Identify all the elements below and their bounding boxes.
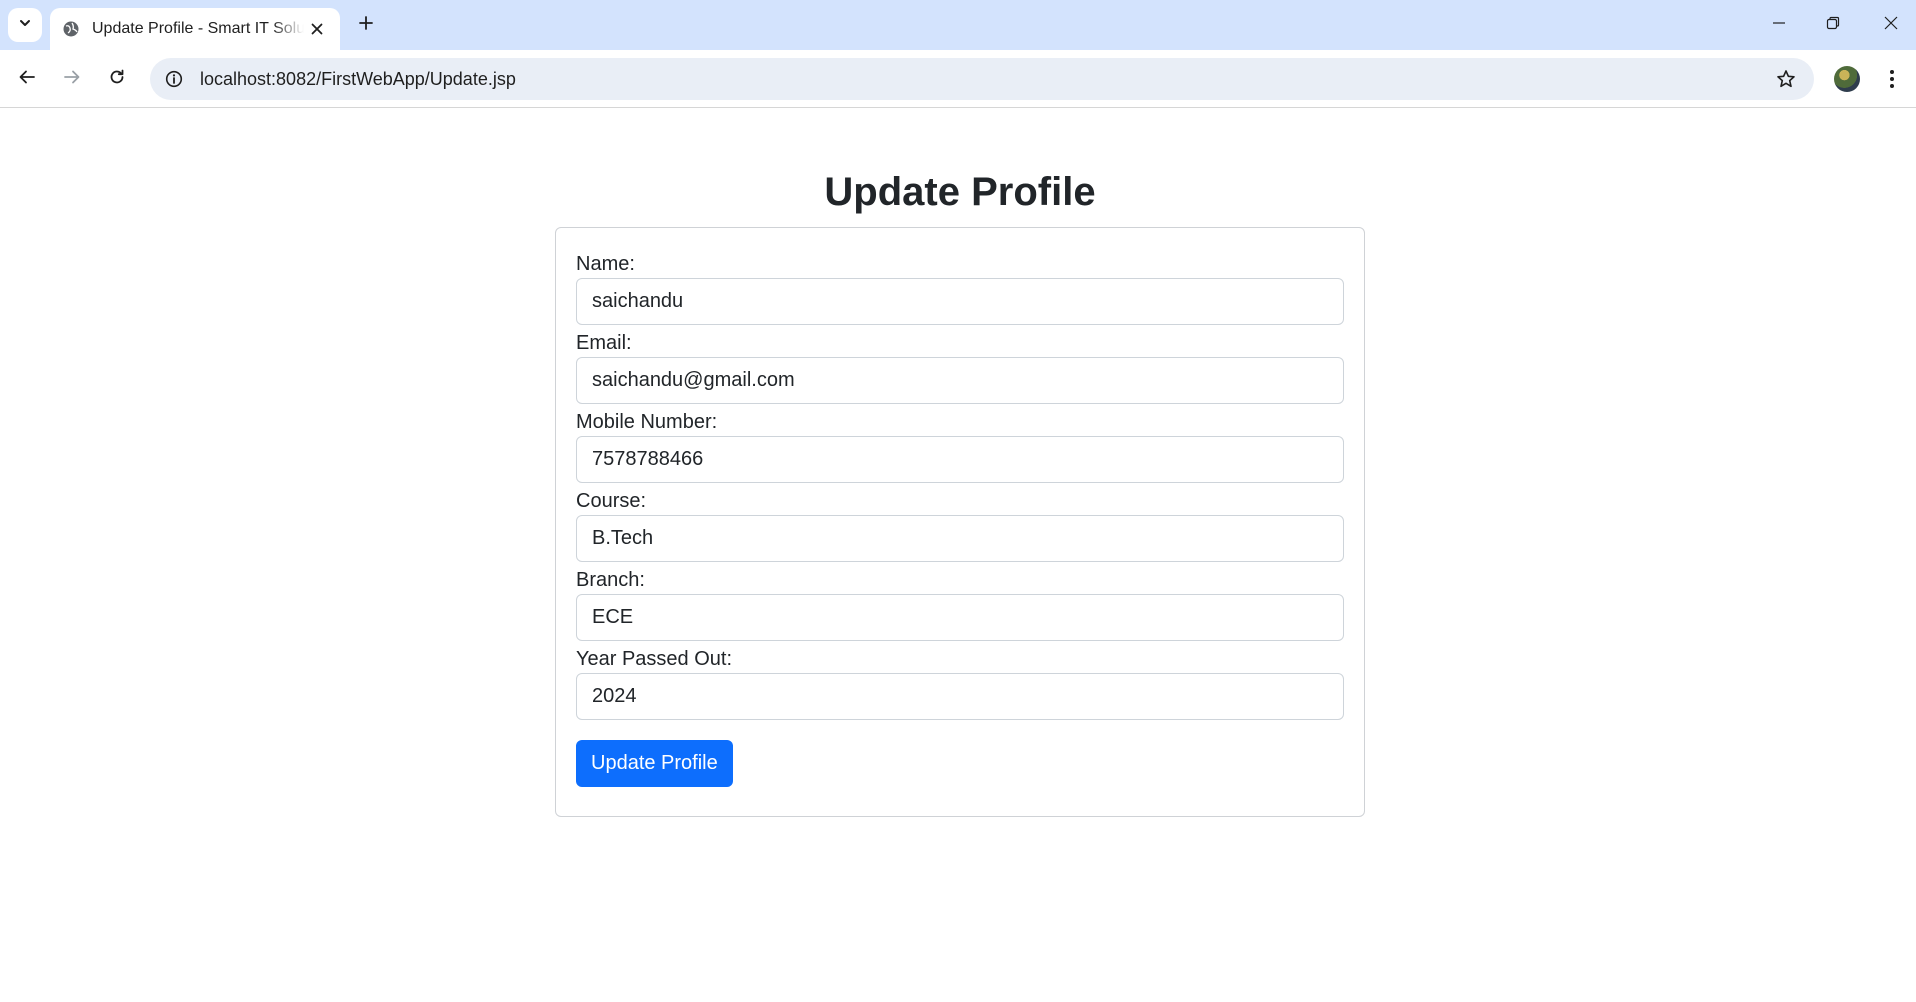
reload-icon xyxy=(108,68,126,91)
star-icon[interactable] xyxy=(1772,65,1800,93)
mobile-number-label: Mobile Number: xyxy=(576,411,718,433)
new-tab-button[interactable] xyxy=(352,11,380,39)
update-profile-button[interactable]: Update Profile xyxy=(576,740,733,787)
branch-input[interactable] xyxy=(576,594,1344,641)
email-label: Email: xyxy=(576,332,632,354)
browser-tabstrip: Update Profile - Smart IT Solutions xyxy=(0,0,1916,50)
kebab-menu-icon[interactable] xyxy=(1880,64,1904,94)
course-label: Course: xyxy=(576,490,647,512)
course-field-group: Course: xyxy=(576,487,1344,562)
name-label: Name: xyxy=(576,253,635,275)
name-field-group: Name: xyxy=(576,250,1344,325)
branch-label: Branch: xyxy=(576,569,645,591)
url-text: localhost:8082/FirstWebApp/Update.jsp xyxy=(200,68,516,89)
mobile-number-input[interactable] xyxy=(576,436,1344,483)
back-button[interactable] xyxy=(9,61,45,97)
reload-button[interactable] xyxy=(99,61,135,97)
forward-button[interactable] xyxy=(54,61,90,97)
browser-toolbar: localhost:8082/FirstWebApp/Update.jsp xyxy=(0,50,1916,108)
course-input[interactable] xyxy=(576,515,1344,562)
update-profile-form: Name: Email: Mobile Number: Course: Bran… xyxy=(555,227,1365,817)
email-field-group: Email: xyxy=(576,329,1344,404)
tab-title: Update Profile - Smart IT Solutions xyxy=(92,20,304,37)
year-field-group: Year Passed Out: xyxy=(576,645,1344,720)
minimize-button[interactable] xyxy=(1756,5,1802,45)
year-passed-out-label: Year Passed Out: xyxy=(576,648,733,670)
close-icon xyxy=(1884,16,1898,35)
arrow-left-icon xyxy=(18,68,36,91)
browser-tab-active[interactable]: Update Profile - Smart IT Solutions xyxy=(50,8,340,50)
globe-icon xyxy=(62,20,80,38)
year-passed-out-input[interactable] xyxy=(576,673,1344,720)
page-title: Update Profile xyxy=(824,170,1096,214)
chevron-down-icon xyxy=(18,16,32,35)
name-input[interactable] xyxy=(576,278,1344,325)
email-input[interactable] xyxy=(576,357,1344,404)
restore-button[interactable] xyxy=(1810,5,1856,45)
close-icon[interactable] xyxy=(306,18,328,40)
restore-icon xyxy=(1826,16,1840,35)
mobile-field-group: Mobile Number: xyxy=(576,408,1344,483)
arrow-right-icon xyxy=(63,68,81,91)
close-window-button[interactable] xyxy=(1868,5,1914,45)
avatar[interactable] xyxy=(1834,66,1860,92)
info-icon[interactable] xyxy=(154,58,194,100)
tab-search-button[interactable] xyxy=(8,8,42,42)
branch-field-group: Branch: xyxy=(576,566,1344,641)
plus-icon xyxy=(358,15,374,36)
minimize-icon xyxy=(1772,16,1786,35)
page-content: Update Profile Name: Email: Mobile Numbe… xyxy=(0,108,1916,1002)
address-bar[interactable]: localhost:8082/FirstWebApp/Update.jsp xyxy=(150,58,1814,100)
